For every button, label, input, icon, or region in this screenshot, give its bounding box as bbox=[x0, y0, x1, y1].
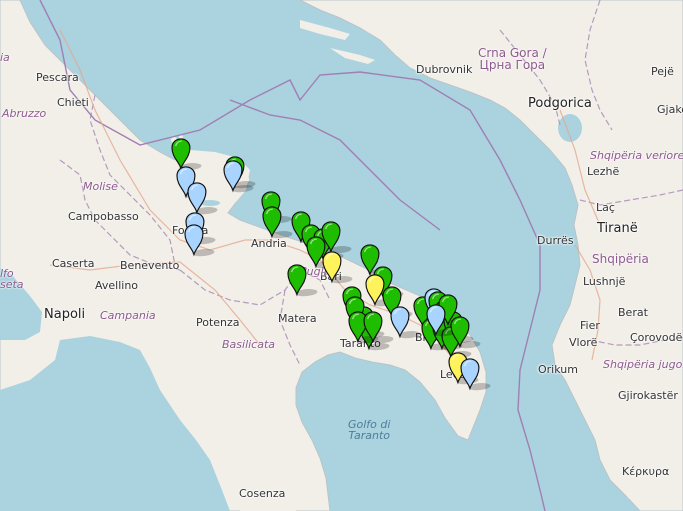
map-marker-lightblue[interactable] bbox=[221, 160, 261, 194]
map-view[interactable]: Pescara Chieti Campobasso Caserta Benevento A… bbox=[0, 0, 683, 511]
tyrrhenian-fragment-label: lfo seta bbox=[0, 267, 24, 291]
campobasso-label: Campobasso bbox=[68, 210, 139, 223]
potenza-label: Potenza bbox=[196, 316, 240, 329]
campania-label: Campania bbox=[100, 309, 156, 322]
map-marker-lightblue[interactable] bbox=[458, 358, 498, 392]
durres-label: Durrës bbox=[537, 234, 574, 247]
berat-label: Berat bbox=[618, 306, 648, 319]
pescara-label: Pescara bbox=[36, 71, 79, 84]
napoli-label: Napoli bbox=[44, 307, 86, 322]
gjakove-label: Gjakov bbox=[657, 103, 683, 116]
dubrovnik-label: Dubrovnik bbox=[416, 63, 473, 76]
map-marker-green[interactable] bbox=[285, 264, 325, 298]
map-marker-lightblue[interactable] bbox=[182, 224, 222, 258]
lac-label: Laç bbox=[596, 201, 615, 214]
map-marker-green[interactable] bbox=[448, 316, 488, 350]
peje-label: Pejë bbox=[651, 65, 674, 78]
fier-label: Fier bbox=[580, 319, 600, 332]
lazio-fragment-label: ia bbox=[0, 51, 10, 64]
abruzzo-label: Abruzzo bbox=[2, 107, 47, 120]
shqiperia-jugore-label: Shqipëria jugore bbox=[603, 358, 683, 371]
molise-label: Molise bbox=[83, 180, 118, 193]
shqiperia-veriore-label: Shqipëria veriore bbox=[590, 149, 683, 162]
gjirokaster-label: Gjirokastër bbox=[618, 389, 678, 402]
montenegro-label: Crna Gora / Црна Гора bbox=[478, 46, 547, 72]
map-marker-lightblue[interactable] bbox=[185, 182, 225, 216]
basilicata-label: Basilicata bbox=[222, 338, 276, 351]
cosenza-label: Cosenza bbox=[239, 487, 286, 500]
vlore-label: Vlorë bbox=[569, 336, 598, 349]
tirane-label: Tiranë bbox=[597, 221, 638, 236]
podgorica-label: Podgorica bbox=[528, 96, 592, 111]
map-marker-yellow[interactable] bbox=[320, 251, 360, 285]
gulf-of-taranto-label: Golfo di Taranto bbox=[348, 418, 391, 442]
chieti-label: Chieti bbox=[57, 96, 89, 109]
albania-label: Shqipëria bbox=[592, 252, 649, 266]
benevento-label: Benevento bbox=[120, 259, 180, 272]
kerkyra-label: Κέρκυρα bbox=[622, 465, 670, 478]
matera-label: Matera bbox=[278, 312, 317, 325]
lushnje-label: Lushnjë bbox=[583, 275, 626, 288]
corovode-label: Çorovodë bbox=[630, 331, 683, 344]
caserta-label: Caserta bbox=[52, 257, 95, 270]
orikum-label: Orikum bbox=[538, 363, 578, 376]
lezhe-label: Lezhë bbox=[587, 165, 620, 178]
avellino-label: Avellino bbox=[95, 279, 139, 292]
